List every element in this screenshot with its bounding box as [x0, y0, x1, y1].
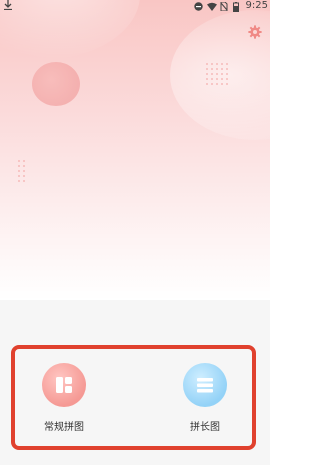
hero-background	[0, 0, 270, 300]
decorative-dot-grid	[206, 63, 228, 85]
do-not-disturb-icon	[193, 1, 203, 11]
grid-collage-icon	[42, 363, 86, 407]
download-arrow-icon	[4, 0, 12, 14]
battery-icon	[232, 1, 242, 12]
gear-icon[interactable]	[247, 24, 263, 40]
regular-collage-label: 常规拼图	[44, 422, 84, 433]
long-image-button[interactable]: 拼长图	[160, 363, 250, 459]
decorative-circle	[32, 62, 80, 106]
long-image-icon	[183, 363, 227, 407]
long-image-label: 拼长图	[190, 422, 220, 433]
status-time: 9:25	[245, 0, 268, 11]
no-sim-icon	[220, 1, 229, 11]
wifi-icon	[206, 2, 217, 11]
status-bar: 9:25	[0, 0, 270, 12]
regular-collage-button[interactable]: 常规拼图	[19, 363, 109, 459]
decorative-dot-grid	[18, 160, 25, 182]
